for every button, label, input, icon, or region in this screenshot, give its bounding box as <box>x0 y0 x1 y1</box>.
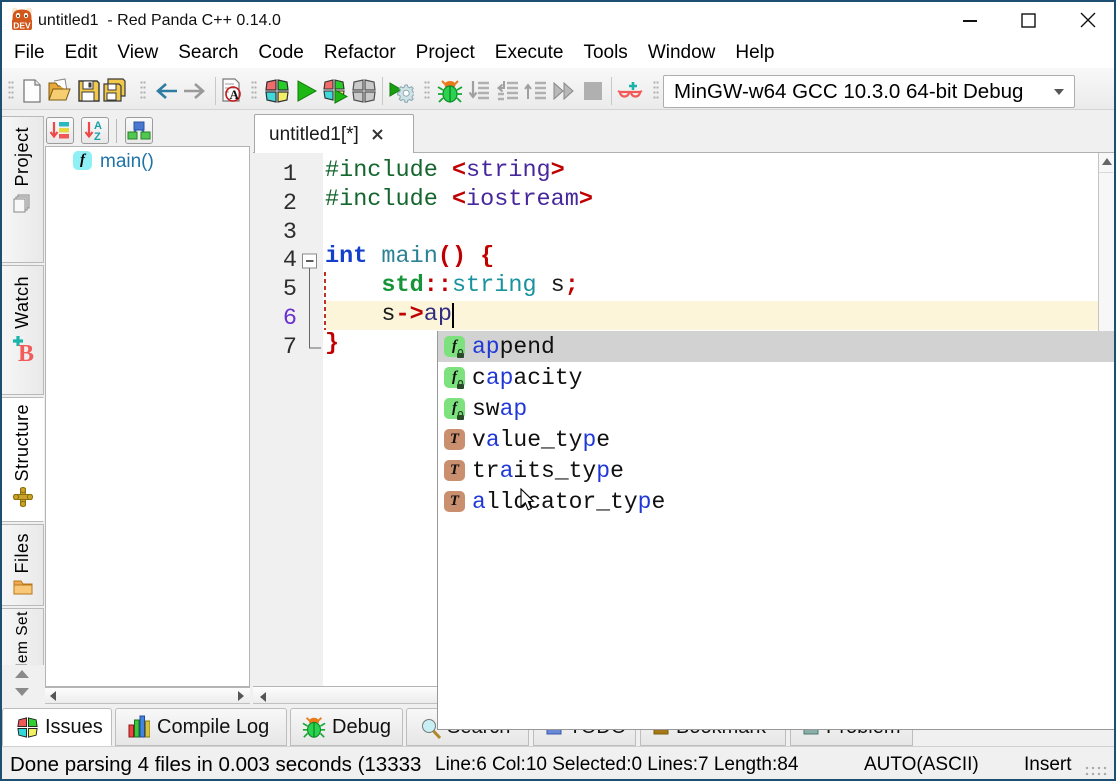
svg-text:DEV: DEV <box>13 21 31 31</box>
svg-text:Z: Z <box>94 131 101 143</box>
svg-text:A: A <box>230 87 240 102</box>
svg-text:B: B <box>18 341 34 363</box>
